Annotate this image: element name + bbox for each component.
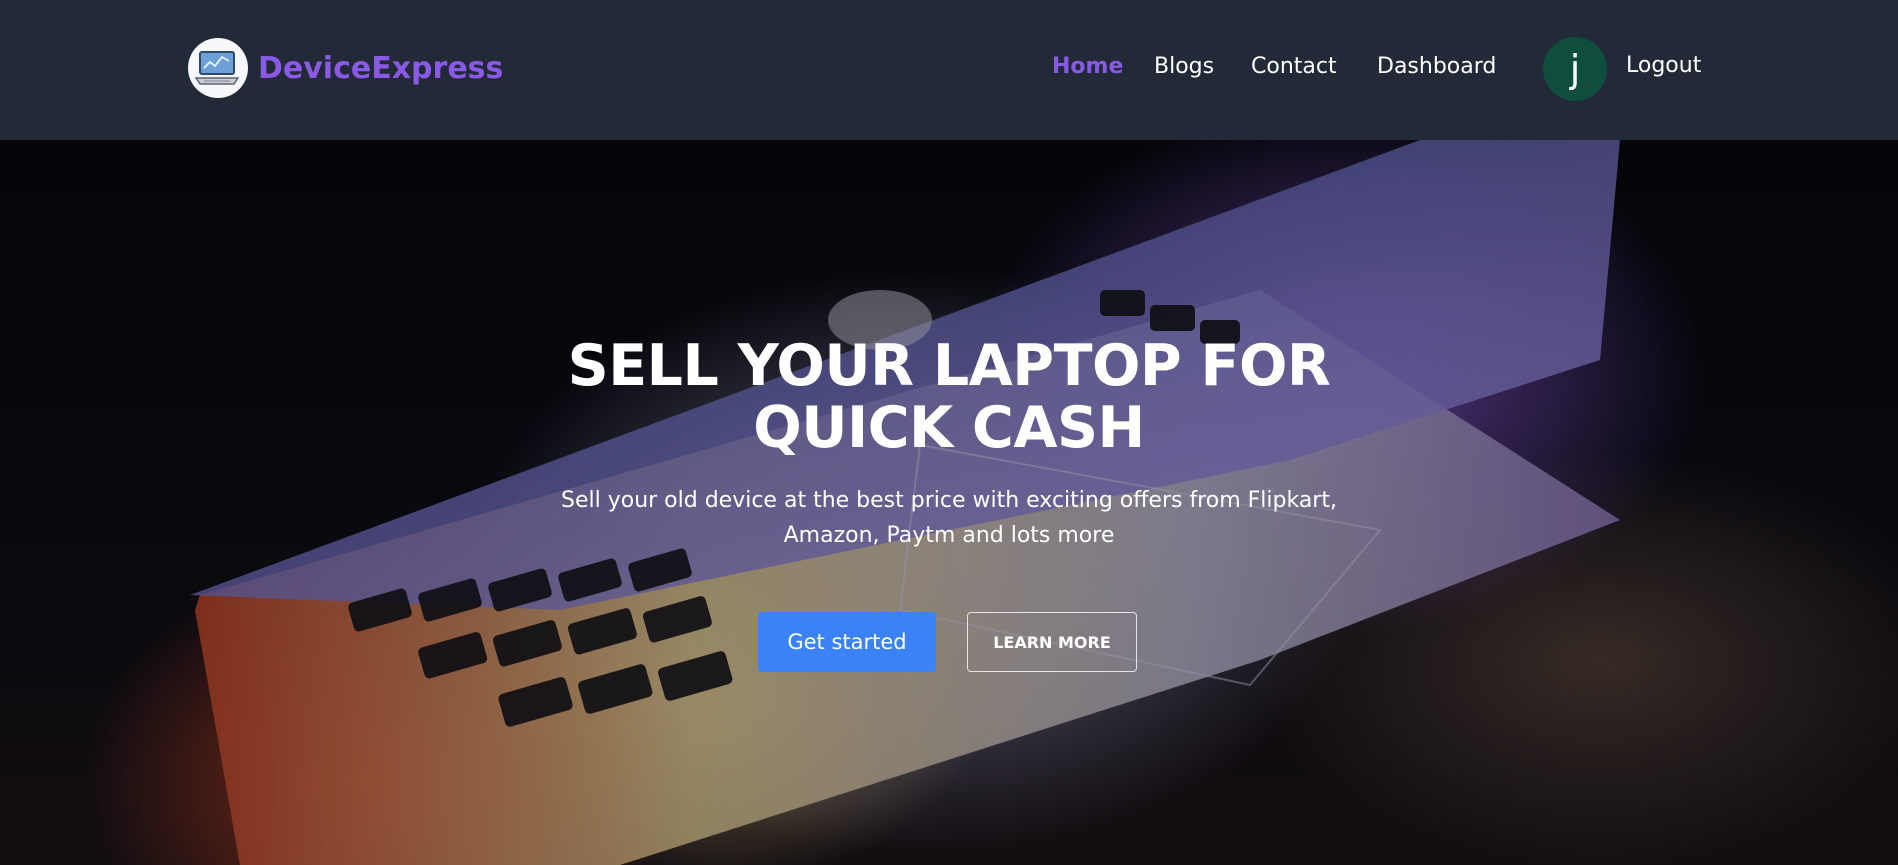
get-started-button[interactable]: Get started [758, 612, 936, 672]
hero-title: SELL YOUR LAPTOP FOR QUICK CASH [567, 333, 1331, 461]
hero-section: SELL YOUR LAPTOP FOR QUICK CASH Sell you… [0, 140, 1898, 865]
hero-subtitle: Sell your old device at the best price w… [561, 488, 1337, 548]
top-navbar: DeviceExpress Home Blogs Contact Dashboa… [0, 0, 1898, 140]
learn-more-button[interactable]: LEARN MORE [967, 612, 1137, 672]
nav-contact[interactable]: Contact [1251, 54, 1337, 79]
avatar-initial: j [1569, 47, 1581, 91]
brand-name: DeviceExpress [258, 50, 504, 86]
nav-blogs[interactable]: Blogs [1154, 54, 1214, 79]
nav-dashboard[interactable]: Dashboard [1377, 54, 1496, 79]
nav-home[interactable]: Home [1052, 54, 1123, 79]
brand-link[interactable]: DeviceExpress [188, 37, 503, 99]
hero-content: SELL YOUR LAPTOP FOR QUICK CASH Sell you… [0, 140, 1898, 865]
user-avatar[interactable]: j [1543, 37, 1607, 101]
laptop-icon [188, 38, 248, 98]
logout-link[interactable]: Logout [1626, 53, 1701, 78]
